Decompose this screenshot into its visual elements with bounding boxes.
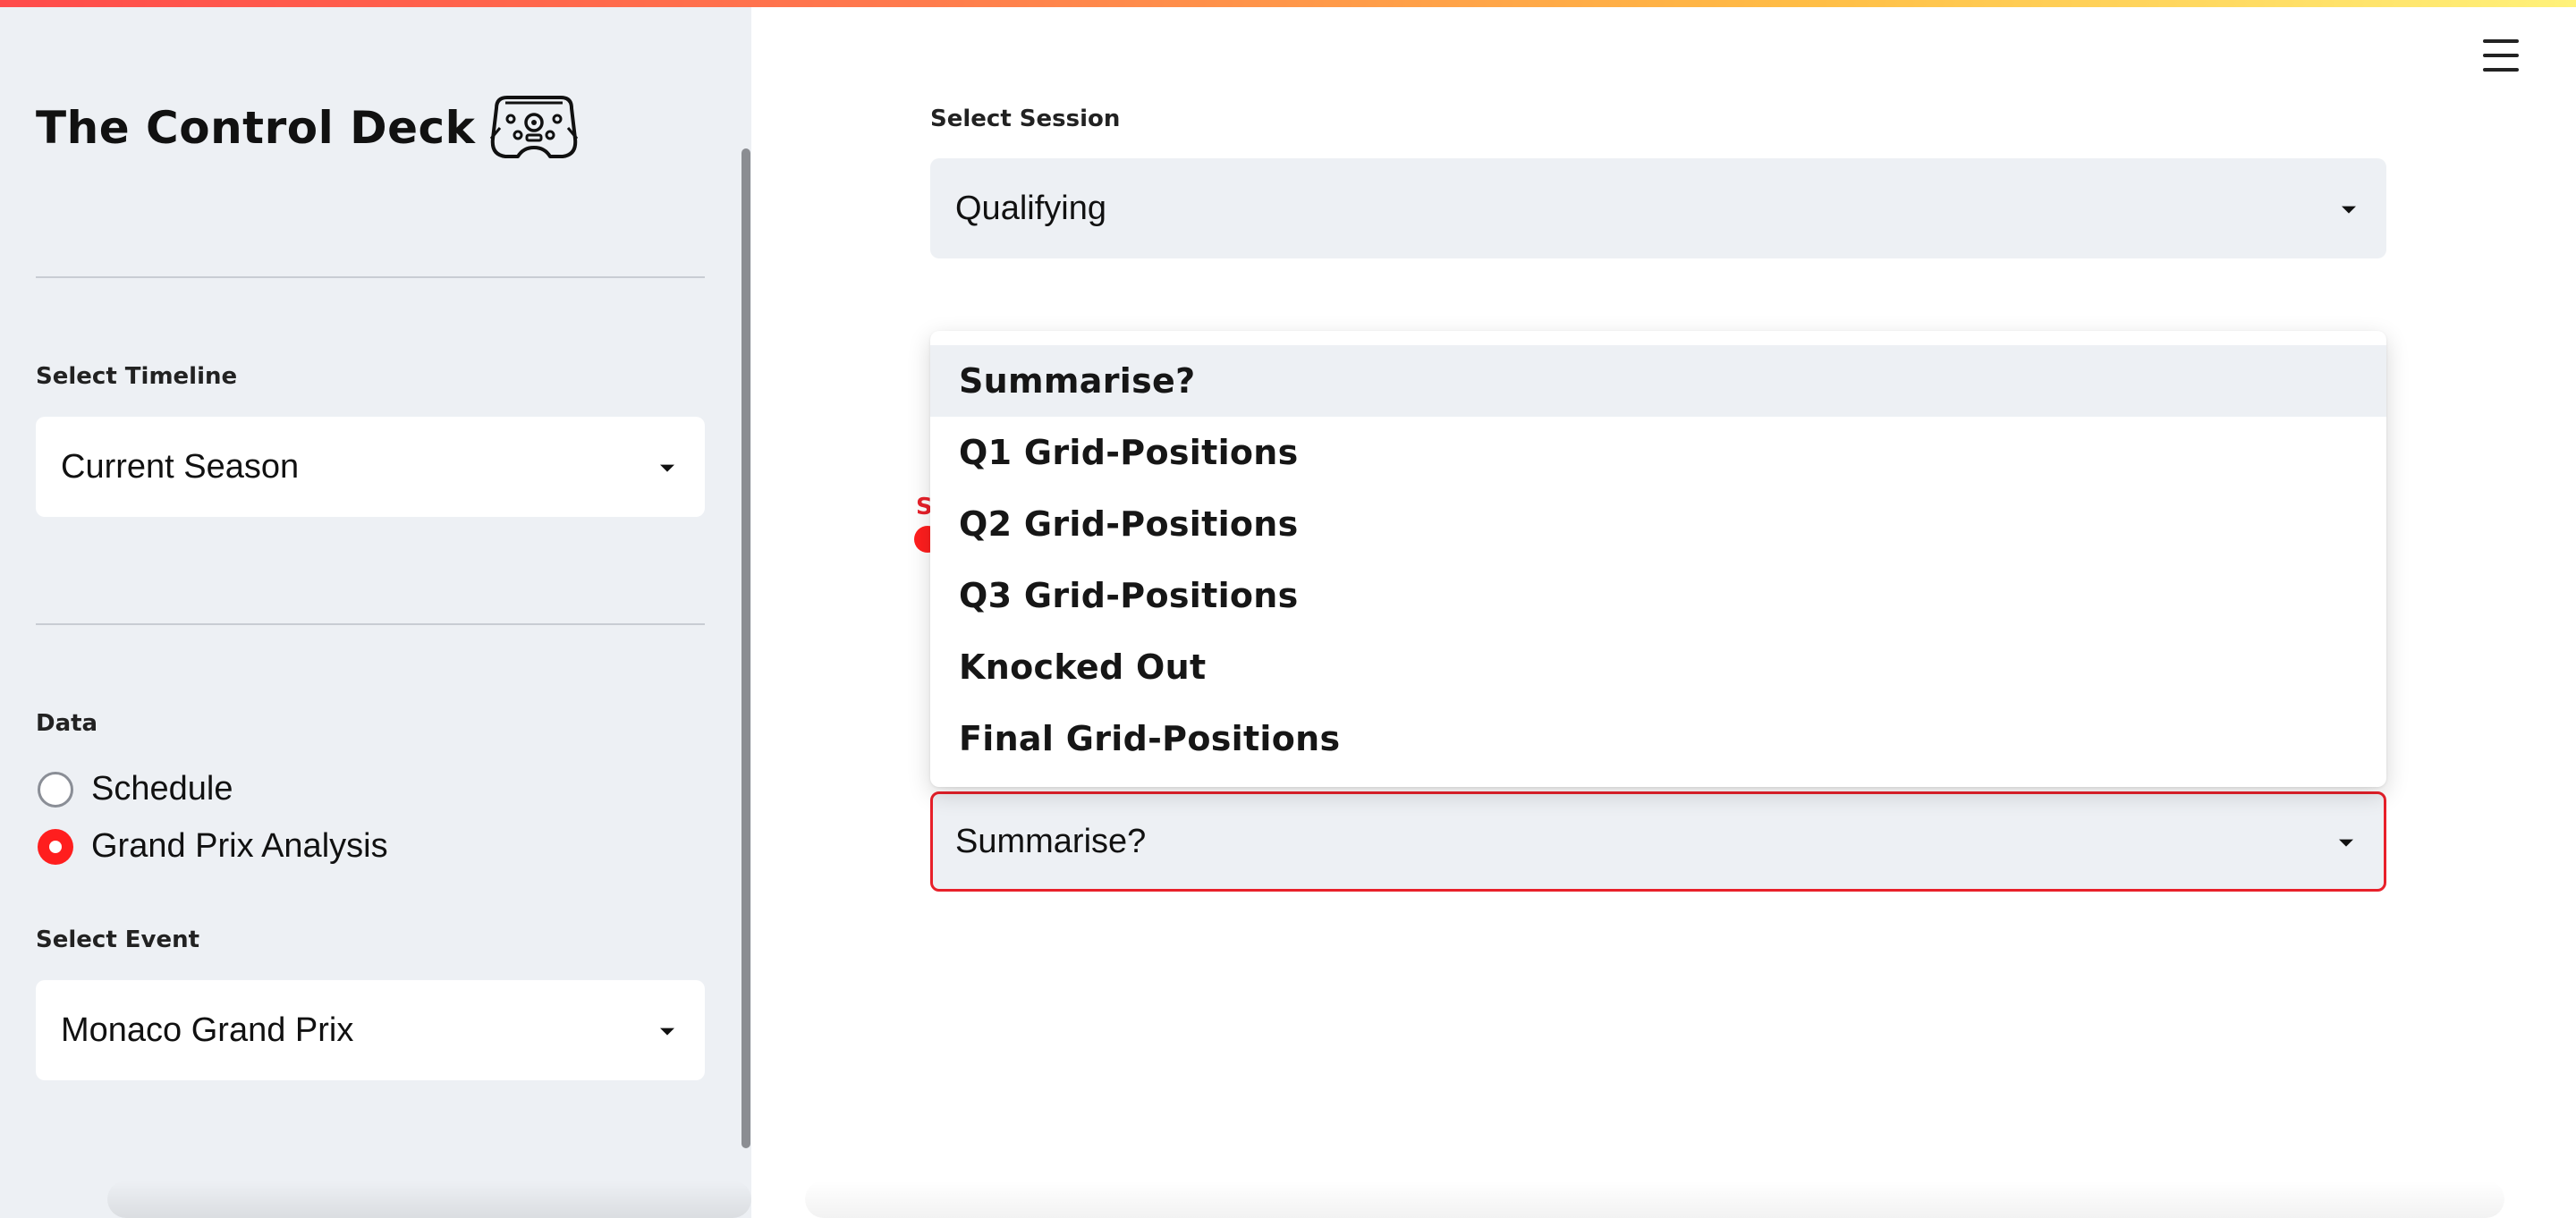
radio-button-unselected[interactable]	[38, 771, 73, 808]
event-label: Select Event	[36, 926, 200, 953]
data-label: Data	[36, 710, 98, 737]
event-select[interactable]: Monaco Grand Prix	[36, 980, 705, 1080]
menu-bar	[2483, 68, 2519, 72]
radio-schedule[interactable]: Schedule	[38, 770, 233, 808]
dropdown-option-final-grid-positions[interactable]: Final Grid-Positions	[930, 703, 2386, 774]
sidebar-divider	[36, 623, 705, 625]
steering-wheel-icon	[490, 96, 579, 158]
hamburger-menu-icon[interactable]	[2479, 36, 2522, 75]
dropdown-option-q3-grid-positions[interactable]: Q3 Grid-Positions	[930, 560, 2386, 631]
brand-title: The Control Deck	[36, 102, 476, 154]
timeline-select-value: Current Season	[61, 447, 300, 486]
chevron-down-icon	[2342, 206, 2356, 214]
radio-label-grand-prix-analysis: Grand Prix Analysis	[91, 827, 388, 865]
chevron-down-icon	[2339, 839, 2353, 847]
summary-select-value: Summarise?	[955, 822, 1147, 860]
top-decoration-stripe	[0, 0, 2576, 7]
dropdown-option-knocked-out[interactable]: Knocked Out	[930, 631, 2386, 703]
sidebar-scrollbar[interactable]	[741, 148, 750, 1148]
event-select-value: Monaco Grand Prix	[61, 1011, 354, 1049]
radio-label-schedule: Schedule	[91, 770, 233, 808]
dropdown-option-q1-grid-positions[interactable]: Q1 Grid-Positions	[930, 417, 2386, 488]
dropdown-option-summarise[interactable]: Summarise?	[930, 345, 2386, 417]
menu-bar	[2483, 39, 2519, 43]
summary-select[interactable]: Summarise?	[930, 791, 2386, 892]
sidebar-bottom-shadow	[107, 1180, 751, 1218]
chevron-down-icon	[660, 464, 674, 472]
timeline-select[interactable]: Current Season	[36, 417, 705, 517]
menu-bar	[2483, 54, 2519, 57]
session-label: Select Session	[930, 106, 1121, 132]
sidebar-divider	[36, 276, 705, 278]
timeline-label: Select Timeline	[36, 363, 238, 390]
radio-button-selected[interactable]	[38, 828, 73, 865]
session-select-value: Qualifying	[955, 189, 1106, 227]
session-select[interactable]: Qualifying	[930, 158, 2386, 258]
radio-grand-prix-analysis[interactable]: Grand Prix Analysis	[38, 827, 388, 866]
app-page: The Control Deck Select Timeline Current…	[0, 0, 2576, 1218]
chevron-down-icon	[660, 1028, 674, 1036]
sidebar: The Control Deck Select Timeline Current…	[0, 0, 751, 1218]
brand: The Control Deck	[36, 88, 580, 168]
main-bottom-shadow	[805, 1180, 2504, 1218]
summary-dropdown-menu: Summarise? Q1 Grid-Positions Q2 Grid-Pos…	[930, 331, 2386, 787]
dropdown-option-q2-grid-positions[interactable]: Q2 Grid-Positions	[930, 488, 2386, 560]
